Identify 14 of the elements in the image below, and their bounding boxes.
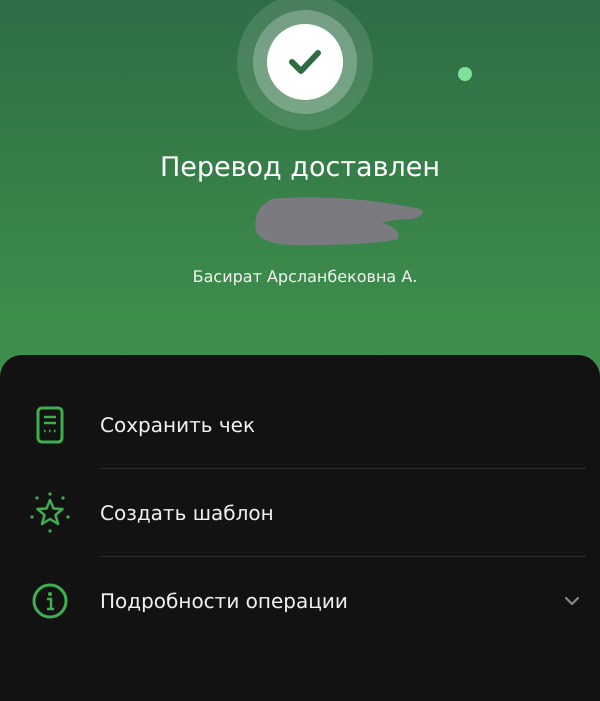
chevron-icon[interactable] [564,596,580,606]
info-icon [32,583,68,619]
action-label: Подробности операции [100,589,348,613]
action-label: Создать шаблон [100,500,274,524]
recipient-name: Басират Арсланбековна А. [192,267,418,286]
receipt-icon [36,406,64,444]
action-row[interactable]: Создать шаблон [0,469,600,557]
action-row[interactable]: Подробности операции [0,557,600,645]
success-check-icon [235,0,375,132]
indicator-dot [458,67,472,81]
status-title: Перевод доставлен [160,152,440,183]
sparkle-star-icon [29,492,71,534]
action-label: Сохранить чек [100,412,256,436]
action-row[interactable]: Сохранить чек [0,381,600,469]
